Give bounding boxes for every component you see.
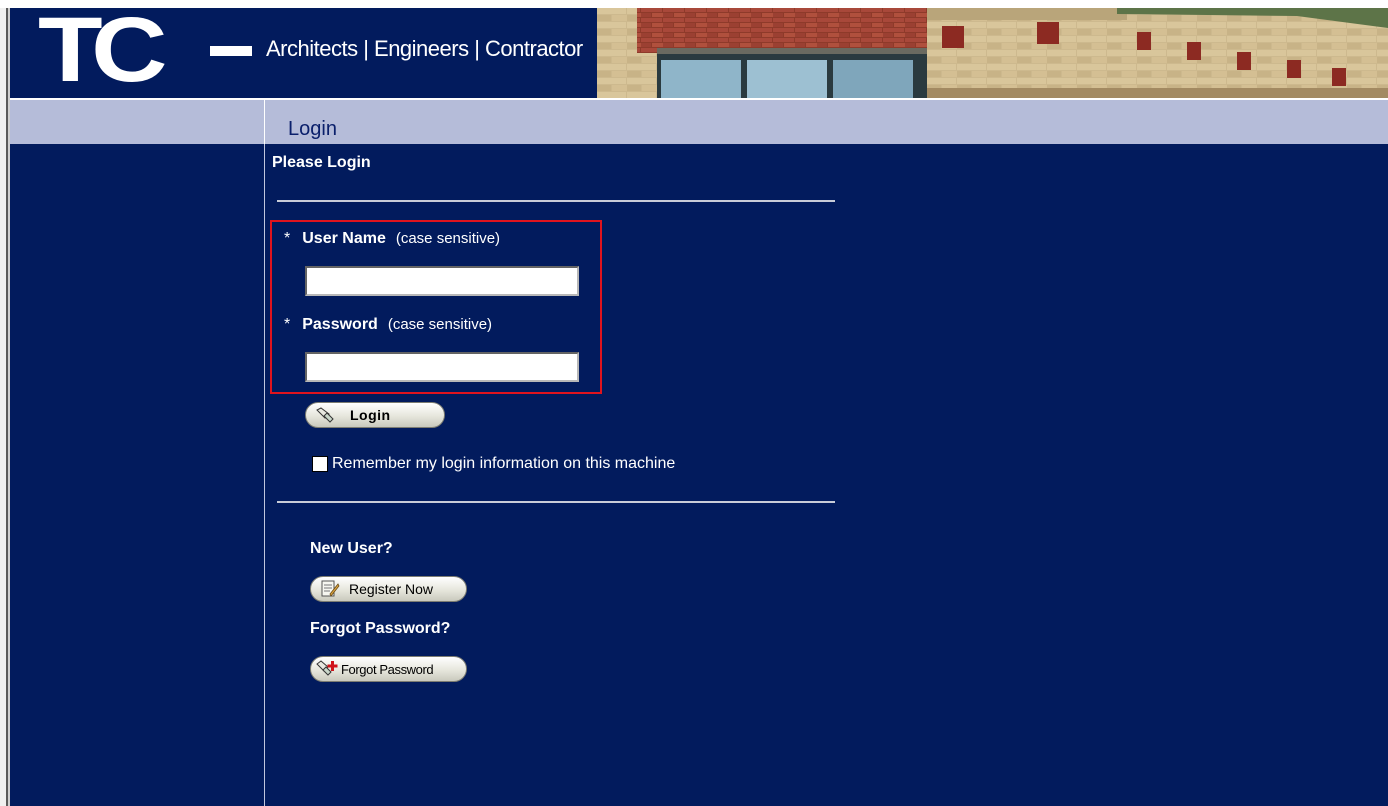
username-input[interactable] (305, 266, 579, 296)
password-hint: (case sensitive) (387, 316, 493, 333)
remember-checkbox[interactable] (312, 456, 328, 472)
password-label-text: Password (302, 316, 378, 333)
password-label: * Password (case sensitive) (284, 316, 492, 334)
please-login-heading: Please Login (272, 154, 371, 171)
divider (277, 501, 835, 503)
page-title: Login (288, 118, 337, 140)
tci-logo[interactable]: TC (38, 8, 167, 96)
new-user-heading: New User? (310, 540, 393, 557)
browser-page: TC Architects | Engineers | Contractor L… (0, 0, 1388, 806)
divider (277, 200, 835, 202)
key-plus-icon (316, 660, 338, 678)
logo-text: TC (38, 8, 167, 98)
required-marker: * (284, 316, 291, 333)
username-hint: (case sensitive) (395, 230, 501, 247)
logo-bar (210, 46, 252, 56)
building-photo (597, 8, 1388, 98)
window-left-border (0, 8, 10, 806)
register-now-button[interactable]: Register Now (310, 576, 467, 602)
login-content: Please Login * User Name (case sensitive) … (265, 144, 1388, 806)
required-marker: * (284, 230, 291, 247)
login-button[interactable]: Login (305, 402, 445, 428)
tagline: Architects | Engineers | Contractor (266, 36, 583, 61)
key-icon (314, 406, 336, 424)
top-strip (0, 0, 1388, 8)
username-label-text: User Name (302, 230, 386, 247)
title-bar: Login (10, 98, 1388, 144)
forgot-password-button[interactable]: Forgot Password (310, 656, 467, 682)
forgot-password-heading: Forgot Password? (310, 620, 451, 637)
nav-left-cell (10, 100, 265, 144)
login-button-label: Login (350, 407, 391, 423)
forgot-password-label: Forgot Password (341, 661, 434, 677)
main-area: Please Login * User Name (case sensitive) … (10, 144, 1388, 806)
left-column (10, 144, 265, 806)
remember-me[interactable]: Remember my login information on this ma… (312, 455, 675, 473)
username-label: * User Name (case sensitive) (284, 230, 500, 248)
password-input[interactable] (305, 352, 579, 382)
register-now-label: Register Now (349, 581, 434, 597)
site-header: TC Architects | Engineers | Contractor (10, 8, 1388, 98)
notepad-pencil-icon (319, 580, 341, 598)
remember-label: Remember my login information on this ma… (332, 455, 676, 472)
